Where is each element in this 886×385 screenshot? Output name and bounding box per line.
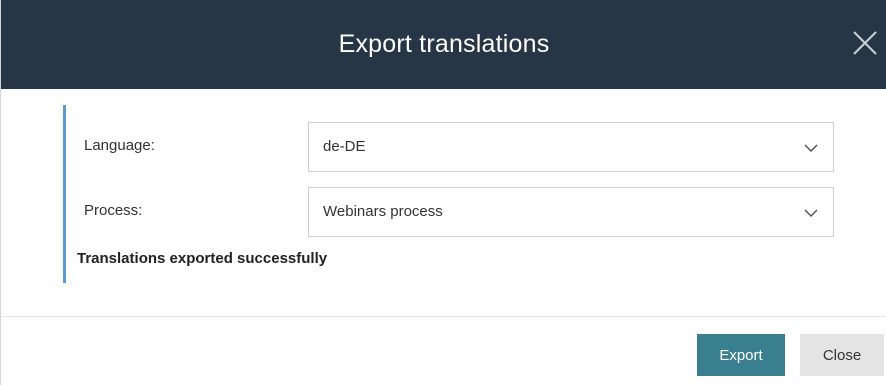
language-label: Language:	[84, 137, 155, 154]
dialog-header: Export translations	[1, 0, 886, 89]
process-select-value: Webinars process	[323, 203, 443, 220]
process-label: Process:	[84, 202, 143, 219]
process-select[interactable]: Webinars process	[308, 187, 834, 237]
process-row: Process: Webinars process	[66, 187, 846, 237]
dialog-title: Export translations	[338, 30, 550, 58]
language-select-value: de-DE	[323, 138, 366, 155]
close-button[interactable]: Close	[800, 334, 884, 376]
language-row: Language: de-DE	[66, 122, 846, 172]
export-form-panel: Language: de-DE Process: Webinars proces…	[63, 105, 843, 283]
chevron-down-icon	[803, 206, 819, 218]
footer-divider	[1, 316, 886, 317]
export-translations-dialog: Export translations Language: de-DE Proc…	[0, 0, 886, 385]
status-message: Translations exported successfully	[77, 250, 328, 267]
close-x-icon[interactable]	[851, 27, 879, 59]
chevron-down-icon	[803, 141, 819, 153]
export-button[interactable]: Export	[697, 334, 785, 376]
language-select[interactable]: de-DE	[308, 122, 834, 172]
